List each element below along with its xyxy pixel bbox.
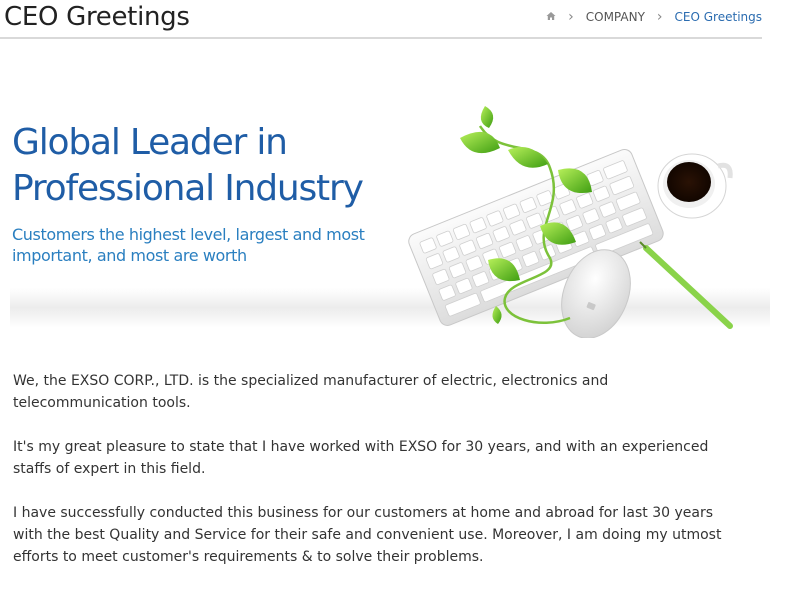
headline-line-1: Global Leader in <box>12 122 288 163</box>
paragraph: I have successfully conducted this busin… <box>13 505 722 565</box>
ceo-greeting-content: We, the EXSO CORP., LTD. is the speciali… <box>13 370 743 590</box>
headline-line-2: Professional Industry <box>12 168 364 209</box>
breadcrumb-item-ceo-greetings[interactable]: CEO Greetings <box>675 10 762 24</box>
paragraph: It's my great pleasure to state that I h… <box>13 439 709 477</box>
subline-line-1: Customers the highest level, largest and… <box>12 225 365 244</box>
coffee-cup-image <box>657 153 733 219</box>
banner-subline: Customers the highest level, largest and… <box>12 224 372 266</box>
breadcrumb: › COMPANY › CEO Greetings <box>546 10 762 24</box>
chevron-right-icon: › <box>656 9 663 25</box>
breadcrumb-item-company[interactable]: COMPANY <box>586 10 645 24</box>
chevron-right-icon: › <box>568 9 574 25</box>
page-title: CEO Greetings <box>4 2 190 32</box>
pencil-image <box>639 241 733 329</box>
header-divider <box>0 37 762 39</box>
home-icon[interactable] <box>546 10 556 24</box>
subline-line-2: important, and most are worth <box>12 246 247 265</box>
paragraph: We, the EXSO CORP., LTD. is the speciali… <box>13 373 609 411</box>
page-header: CEO Greetings › COMPANY › CEO Greetings <box>0 0 764 40</box>
banner-headline: Global Leader in Professional Industry <box>12 120 364 212</box>
hero-banner: Global Leader in Professional Industry C… <box>0 78 790 348</box>
keyboard-mouse-coffee-plant-illustration <box>408 106 733 338</box>
